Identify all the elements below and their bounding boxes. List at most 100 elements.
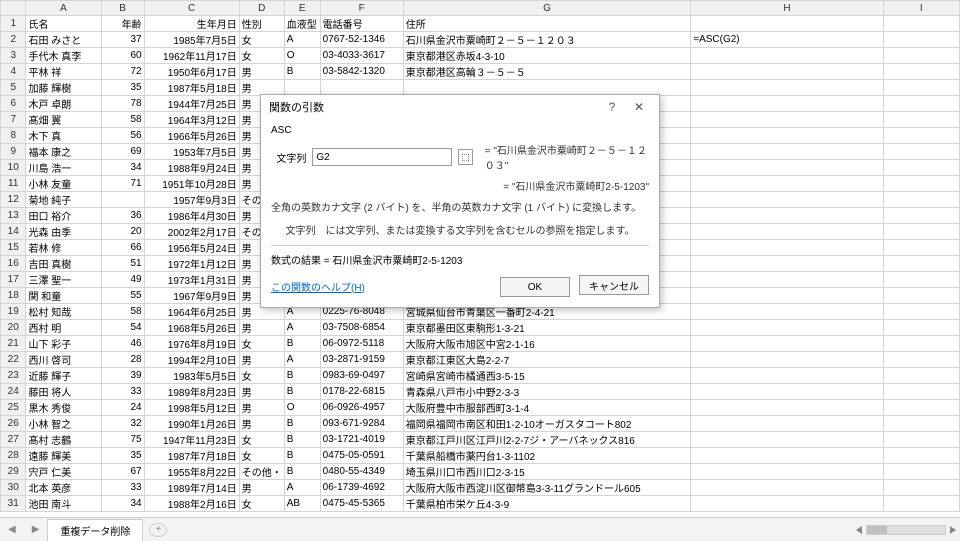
row-header[interactable]: 25 — [1, 400, 26, 416]
cell[interactable] — [691, 48, 883, 64]
cell[interactable]: 光森 由季 — [26, 224, 101, 240]
cell[interactable]: 33 — [101, 480, 144, 496]
cell[interactable] — [691, 96, 883, 112]
cell[interactable]: 菊地 純子 — [26, 192, 101, 208]
cell[interactable]: 1989年8月23日 — [144, 384, 239, 400]
cell[interactable]: 住所 — [403, 16, 690, 32]
cell[interactable]: 吉田 真樹 — [26, 256, 101, 272]
cell[interactable]: その他・ — [239, 464, 284, 480]
cell[interactable]: 1962年11月17日 — [144, 48, 239, 64]
cell[interactable]: 女 — [239, 336, 284, 352]
cell[interactable]: 性別 — [239, 16, 284, 32]
cell[interactable] — [691, 448, 883, 464]
cell[interactable]: 1964年3月12日 — [144, 112, 239, 128]
cell[interactable]: 03-1721-4019 — [320, 432, 403, 448]
cell[interactable]: 女 — [239, 496, 284, 512]
cell[interactable]: B — [284, 448, 320, 464]
row-header[interactable]: 17 — [1, 272, 26, 288]
help-link[interactable]: この関数のヘルプ(H) — [271, 279, 365, 294]
cell[interactable]: 24 — [101, 400, 144, 416]
cell[interactable]: 宍戸 仁美 — [26, 464, 101, 480]
cancel-button[interactable]: キャンセル — [579, 275, 649, 295]
cell[interactable]: 北本 英彦 — [26, 480, 101, 496]
cell[interactable]: B — [284, 464, 320, 480]
cell[interactable] — [883, 464, 959, 480]
row-header[interactable]: 27 — [1, 432, 26, 448]
cell[interactable] — [883, 304, 959, 320]
cell[interactable]: 近藤 輝子 — [26, 368, 101, 384]
cell[interactable]: A — [284, 320, 320, 336]
col-header[interactable]: A — [26, 1, 101, 16]
cell[interactable] — [883, 400, 959, 416]
cell[interactable] — [883, 224, 959, 240]
cell[interactable] — [883, 480, 959, 496]
cell[interactable]: 72 — [101, 64, 144, 80]
cell[interactable] — [883, 432, 959, 448]
cell[interactable]: 0178-22-6815 — [320, 384, 403, 400]
cell[interactable] — [883, 32, 959, 48]
cell[interactable]: 男 — [239, 320, 284, 336]
cell[interactable]: 34 — [101, 496, 144, 512]
row-header[interactable]: 14 — [1, 224, 26, 240]
cell[interactable]: 06-1739-4692 — [320, 480, 403, 496]
cell[interactable] — [883, 384, 959, 400]
cell[interactable]: 黒木 秀俊 — [26, 400, 101, 416]
cell[interactable]: AB — [284, 496, 320, 512]
cell[interactable] — [691, 272, 883, 288]
cell[interactable]: 髙畑 翼 — [26, 112, 101, 128]
cell[interactable]: 03-5842-1320 — [320, 64, 403, 80]
cell[interactable]: 28 — [101, 352, 144, 368]
cell[interactable]: 0475-45-5365 — [320, 496, 403, 512]
cell[interactable]: 1994年2月10日 — [144, 352, 239, 368]
cell[interactable]: 福本 康之 — [26, 144, 101, 160]
row-header[interactable]: 1 — [1, 16, 26, 32]
row-header[interactable]: 31 — [1, 496, 26, 512]
cell[interactable] — [883, 352, 959, 368]
cell[interactable]: 49 — [101, 272, 144, 288]
col-header[interactable]: C — [144, 1, 239, 16]
row-header[interactable]: 21 — [1, 336, 26, 352]
row-header[interactable]: 7 — [1, 112, 26, 128]
cell[interactable]: 電話番号 — [320, 16, 403, 32]
row-header[interactable]: 20 — [1, 320, 26, 336]
cell[interactable]: 0767-52-1346 — [320, 32, 403, 48]
cell[interactable]: 遠藤 輝美 — [26, 448, 101, 464]
row-header[interactable]: 9 — [1, 144, 26, 160]
cell[interactable]: O — [284, 400, 320, 416]
cell[interactable]: 山下 彩子 — [26, 336, 101, 352]
row-header[interactable]: 11 — [1, 176, 26, 192]
cell[interactable] — [691, 432, 883, 448]
cell[interactable] — [691, 80, 883, 96]
cell[interactable]: 血液型 — [284, 16, 320, 32]
cell[interactable]: 58 — [101, 112, 144, 128]
cell[interactable]: 1968年5月26日 — [144, 320, 239, 336]
col-header[interactable]: G — [403, 1, 690, 16]
cell[interactable]: 71 — [101, 176, 144, 192]
row-header[interactable]: 29 — [1, 464, 26, 480]
cell[interactable]: 生年月日 — [144, 16, 239, 32]
cell[interactable]: 小林 友童 — [26, 176, 101, 192]
scroll-left-icon[interactable] — [856, 526, 862, 534]
row-header[interactable]: 28 — [1, 448, 26, 464]
cell[interactable]: 平林 祥 — [26, 64, 101, 80]
row-header[interactable]: 13 — [1, 208, 26, 224]
cell[interactable]: 福岡県福岡市南区和田1-2-10オーガスタコート802 — [403, 416, 690, 432]
cell[interactable]: 1956年5月24日 — [144, 240, 239, 256]
cell[interactable]: 1988年9月24日 — [144, 160, 239, 176]
cell[interactable]: 1947年11月23日 — [144, 432, 239, 448]
cell[interactable]: 男 — [239, 480, 284, 496]
cell[interactable]: O — [284, 48, 320, 64]
cell[interactable]: 1964年6月25日 — [144, 304, 239, 320]
cell[interactable]: 男 — [239, 64, 284, 80]
row-header[interactable]: 18 — [1, 288, 26, 304]
horizontal-scrollbar[interactable] — [856, 525, 960, 535]
close-icon[interactable]: ✕ — [627, 100, 651, 114]
cell[interactable]: 1950年6月17日 — [144, 64, 239, 80]
cell[interactable]: 1967年9月9日 — [144, 288, 239, 304]
cell[interactable]: 女 — [239, 432, 284, 448]
cell[interactable]: 石田 みさと — [26, 32, 101, 48]
cell[interactable]: 1976年8月19日 — [144, 336, 239, 352]
cell[interactable]: 69 — [101, 144, 144, 160]
cell[interactable]: 1953年7月5日 — [144, 144, 239, 160]
row-header[interactable]: 30 — [1, 480, 26, 496]
